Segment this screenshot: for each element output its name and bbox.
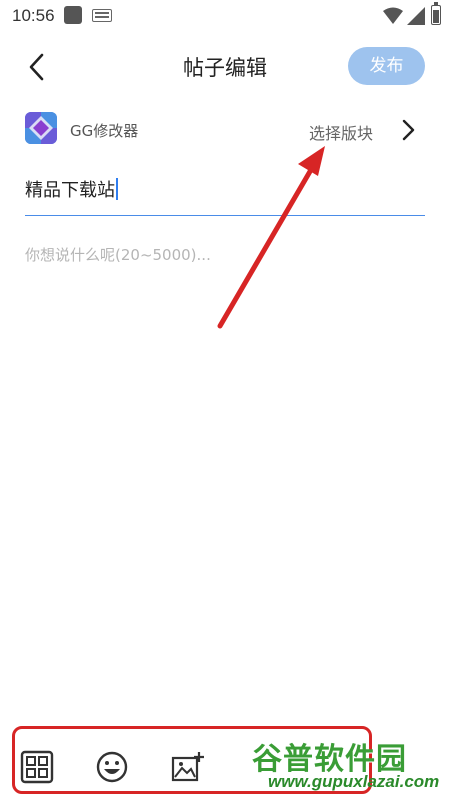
battery-icon bbox=[431, 2, 441, 25]
header-bar: 帖子编辑 发布 bbox=[0, 32, 450, 102]
status-bar: 10:56 bbox=[0, 0, 450, 32]
app-name-label: GG修改器 bbox=[70, 122, 139, 140]
board-select-row[interactable]: GG修改器 选择版块 bbox=[0, 108, 450, 152]
status-time: 10:56 bbox=[12, 6, 55, 25]
emoji-button[interactable] bbox=[95, 750, 129, 784]
gg-app-icon bbox=[25, 112, 57, 144]
notification-square-icon bbox=[64, 6, 82, 24]
emoji-icon bbox=[96, 751, 128, 783]
grid-button[interactable] bbox=[20, 750, 54, 784]
wifi-icon bbox=[383, 7, 403, 24]
publish-button[interactable]: 发布 bbox=[348, 47, 425, 85]
keyboard-icon bbox=[92, 9, 112, 22]
text-caret bbox=[116, 178, 118, 200]
grid-icon bbox=[20, 750, 54, 784]
signal-icon bbox=[407, 7, 425, 25]
post-content-input[interactable]: 你想说什么呢(20~5000)... bbox=[25, 244, 211, 265]
bottom-toolbar bbox=[0, 730, 450, 801]
add-image-button[interactable] bbox=[170, 750, 204, 784]
post-title-input[interactable]: 精品下载站 bbox=[25, 176, 425, 216]
post-title-value: 精品下载站 bbox=[25, 180, 115, 201]
add-image-icon bbox=[171, 752, 204, 782]
select-board-label[interactable]: 选择版块 bbox=[309, 120, 373, 144]
chevron-right-icon[interactable] bbox=[398, 118, 418, 142]
